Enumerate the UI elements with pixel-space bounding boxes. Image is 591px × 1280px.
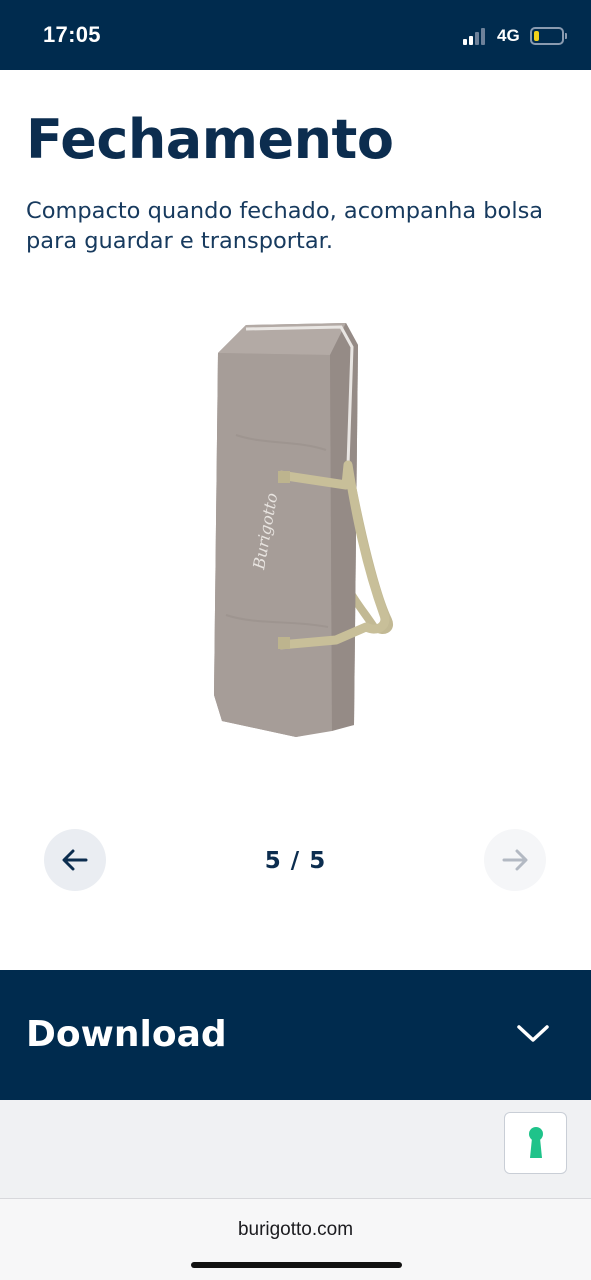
arrow-right-icon: [502, 849, 528, 871]
keyhole-icon: [528, 1127, 543, 1158]
carousel-counter: 5 / 5: [264, 848, 327, 874]
signal-strength-icon: [463, 28, 491, 45]
accessibility-button[interactable]: [504, 1112, 567, 1174]
next-section: [0, 1100, 591, 1200]
page-description: Compacto quando fechado, acompanha bolsa…: [26, 198, 544, 254]
chevron-down-icon: [517, 1025, 549, 1042]
carousel-prev-button[interactable]: [44, 829, 106, 891]
url-text: burigotto.com: [237, 1219, 354, 1240]
carousel-next-button[interactable]: [484, 829, 546, 891]
network-type: 4G: [497, 26, 520, 45]
status-bar: 17:05 4G: [0, 0, 591, 70]
page-title: Fechamento: [26, 108, 394, 171]
download-label: Download: [26, 1014, 227, 1055]
download-accordion[interactable]: Download: [0, 970, 591, 1100]
browser-url-bar[interactable]: burigotto.com: [0, 1198, 591, 1280]
arrow-left-icon: [62, 849, 88, 871]
home-indicator[interactable]: [191, 1262, 402, 1268]
battery-icon: [530, 27, 567, 45]
status-time: 17:05: [43, 22, 101, 47]
folded-playard-bag-image: Burigotto: [214, 323, 393, 737]
